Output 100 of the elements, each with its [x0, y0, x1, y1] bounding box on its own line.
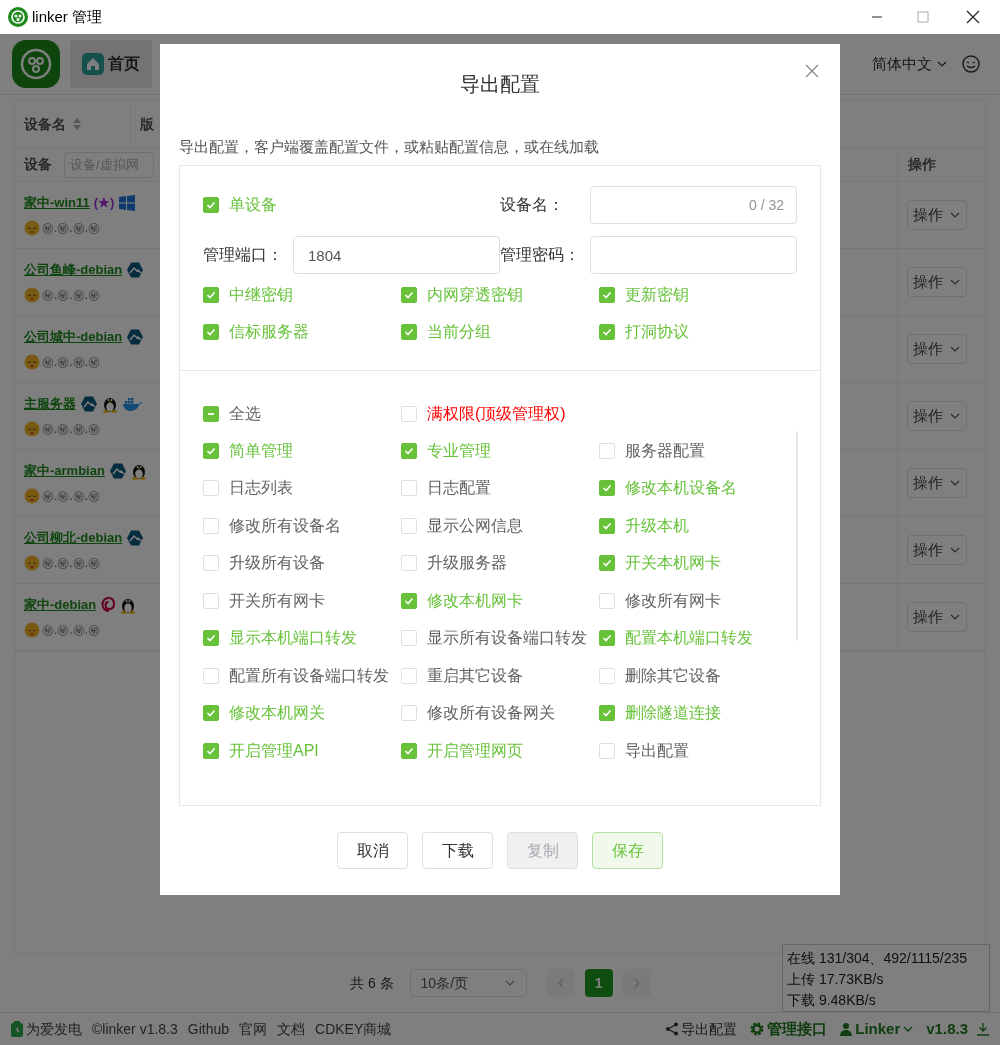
- checkbox-label: 服务器配置: [625, 440, 705, 461]
- checkbox-label: 重启其它设备: [427, 665, 523, 686]
- dialog-button[interactable]: 取消: [337, 832, 408, 869]
- checkbox-label: 修改本机网关: [229, 703, 325, 723]
- checkbox[interactable]: [599, 517, 615, 534]
- status-line: 在线 131/304、492/1115/235: [787, 949, 969, 968]
- checkbox[interactable]: [203, 742, 219, 759]
- footer-link[interactable]: 文档: [277, 1018, 306, 1040]
- checkbox-label: 当前分组: [427, 321, 491, 342]
- footer-link[interactable]: 为爱发电: [26, 1018, 82, 1040]
- checkbox[interactable]: [203, 323, 219, 340]
- management-api-link[interactable]: 管理接口: [749, 1017, 828, 1041]
- checkbox-label: 开关所有网卡: [229, 590, 325, 611]
- sleepy-face-icon: [24, 286, 40, 303]
- hexagon-mountain-icon: [126, 529, 145, 547]
- dialog-title: 导出配置: [460, 72, 540, 97]
- dialog-button[interactable]: 保存: [592, 832, 663, 869]
- sleepy-face-icon: [24, 420, 40, 437]
- checkbox-label: 专业管理: [427, 440, 491, 461]
- checkbox[interactable]: [203, 405, 219, 422]
- footer-link[interactable]: CDKEY商城: [315, 1018, 392, 1040]
- home-tab[interactable]: 首页: [70, 40, 152, 88]
- field-label: 设备名：: [500, 195, 565, 215]
- close-icon[interactable]: [805, 64, 819, 78]
- device-name-link[interactable]: 主服务器: [24, 394, 76, 414]
- next-page-button[interactable]: [622, 969, 651, 997]
- checkbox[interactable]: [203, 197, 219, 213]
- device-name-field[interactable]: 0 / 32: [590, 186, 797, 224]
- device-name-link[interactable]: 公司城中-debian: [24, 327, 123, 347]
- checkbox[interactable]: [599, 286, 615, 303]
- checkbox[interactable]: [599, 630, 615, 646]
- version-link[interactable]: v1.8.3: [926, 1017, 990, 1041]
- swirl-icon: [100, 596, 117, 614]
- ip-address: ㊙.㊙.㊙.㊙: [42, 487, 100, 505]
- device-name-link[interactable]: 家中-armbian: [24, 461, 105, 481]
- filter-label: 设备: [24, 155, 52, 174]
- checkbox[interactable]: [599, 480, 615, 496]
- checkbox[interactable]: [401, 592, 417, 609]
- action-dropdown[interactable]: 操作: [907, 535, 967, 565]
- sort-icon[interactable]: [72, 117, 82, 131]
- column-header[interactable]: 设备名: [24, 113, 66, 135]
- checkbox[interactable]: [203, 630, 219, 646]
- checkmark-icon: [205, 632, 217, 644]
- ip-address: ㊙.㊙.㊙.㊙: [42, 353, 100, 371]
- checkbox[interactable]: [401, 442, 417, 459]
- previous-page-button[interactable]: [546, 969, 575, 997]
- checkbox-label: 满权限(顶级管理权): [427, 403, 566, 424]
- device-name-link[interactable]: 公司鱼峰-debian: [24, 260, 123, 280]
- dialog-button[interactable]: 下载: [422, 832, 493, 869]
- action-dropdown[interactable]: 操作: [907, 401, 967, 431]
- export-config-link[interactable]: 导出配置: [665, 1018, 738, 1040]
- device-name-link[interactable]: 家中-debian: [24, 595, 97, 615]
- sleepy-face-icon: [24, 487, 40, 504]
- action-dropdown[interactable]: 操作: [907, 602, 967, 632]
- checkbox[interactable]: [599, 705, 615, 721]
- column-header[interactable]: 版: [140, 113, 154, 135]
- checkbox[interactable]: [401, 286, 417, 303]
- footer-link[interactable]: 官网: [239, 1018, 268, 1040]
- checkbox[interactable]: [401, 742, 417, 759]
- language-dropdown[interactable]: 简体中文: [872, 52, 948, 76]
- port-field[interactable]: 1804: [293, 236, 500, 274]
- checkbox[interactable]: [401, 323, 417, 340]
- page-size-select[interactable]: 10条/页: [409, 969, 527, 997]
- ip-address: ㊙.㊙.㊙.㊙: [42, 621, 100, 639]
- penguin-icon: [102, 395, 118, 413]
- user-menu[interactable]: Linker: [839, 1017, 915, 1041]
- device-name-link[interactable]: 家中-win11: [24, 193, 90, 213]
- sleepy-face-icon: [24, 554, 40, 571]
- window-title: linker 管理: [32, 6, 102, 27]
- checkbox-label: 修改所有网卡: [625, 590, 721, 611]
- checkbox-label: 配置所有设备端口转发: [229, 665, 389, 686]
- page-button[interactable]: 1: [584, 969, 613, 997]
- password-field[interactable]: [590, 236, 797, 274]
- checkbox[interactable]: [599, 555, 615, 571]
- checkbox-label: 升级本机: [625, 515, 689, 536]
- action-dropdown[interactable]: 操作: [907, 334, 967, 364]
- hexagon-mountain-icon: [126, 328, 145, 346]
- checkbox[interactable]: [203, 286, 219, 303]
- action-dropdown[interactable]: 操作: [907, 200, 967, 230]
- column-header: 操作: [908, 155, 936, 174]
- home-icon: [82, 53, 104, 75]
- checkbox-label: 修改本机网卡: [427, 590, 523, 611]
- footer-link[interactable]: ©linker v1.8.3: [92, 1018, 178, 1040]
- checkbox-label: 配置本机端口转发: [625, 628, 753, 648]
- settings-icon: [749, 1021, 766, 1037]
- hexagon-mountain-icon: [126, 261, 145, 279]
- user-icon: [839, 1022, 854, 1036]
- action-dropdown[interactable]: 操作: [907, 267, 967, 297]
- checkbox[interactable]: [203, 442, 219, 459]
- download-icon: [976, 1022, 990, 1036]
- checkbox[interactable]: [203, 705, 219, 721]
- checkbox[interactable]: [599, 323, 615, 340]
- checkbox-label: 修改本机设备名: [625, 478, 737, 498]
- action-dropdown[interactable]: 操作: [907, 468, 967, 498]
- sleepy-face-icon: [24, 353, 40, 370]
- face-icon[interactable]: [962, 55, 980, 73]
- device-name-link[interactable]: 公司柳北-debian: [24, 528, 123, 548]
- footer-link[interactable]: Github: [187, 1018, 230, 1040]
- checkbox-label: 简单管理: [229, 440, 293, 461]
- checkbox-label: 日志列表: [229, 478, 293, 498]
